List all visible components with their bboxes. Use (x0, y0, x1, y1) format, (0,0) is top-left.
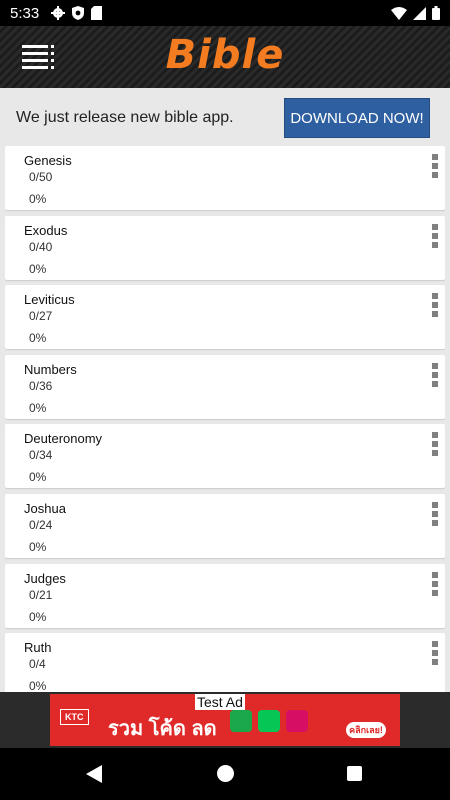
back-icon[interactable] (86, 765, 102, 783)
book-chapter-progress: 0/34 (29, 448, 53, 463)
status-bar: 5:33 (0, 0, 450, 26)
book-chapter-progress: 0/27 (29, 309, 53, 324)
promo-banner: We just release new bible app. DOWNLOAD … (0, 88, 450, 144)
book-name: Judges (24, 570, 66, 586)
book-chapter-progress: 0/4 (29, 657, 46, 672)
book-name: Leviticus (24, 292, 75, 308)
book-chapter-progress: 0/50 (29, 170, 53, 184)
more-options-icon[interactable] (429, 154, 441, 178)
book-chapter-progress: 0/21 (29, 587, 53, 602)
book-percent: 0% (29, 331, 47, 346)
sd-card-icon (91, 6, 103, 20)
book-card[interactable]: Exodus 0/40 0% (5, 215, 445, 280)
book-percent: 0% (29, 539, 47, 554)
book-percent: 0% (29, 192, 47, 206)
more-options-icon[interactable] (429, 362, 441, 387)
status-notification-icons (51, 6, 103, 20)
book-name: Genesis (24, 153, 72, 168)
book-name: Joshua (24, 500, 66, 516)
book-card[interactable]: Numbers 0/36 0% (5, 354, 445, 419)
foodpanda-logo-icon (286, 710, 308, 732)
book-name: Exodus (24, 222, 68, 238)
book-percent: 0% (29, 470, 47, 485)
book-chapter-progress: 0/40 (29, 239, 53, 254)
home-icon[interactable] (217, 765, 234, 782)
status-system-icons (391, 6, 440, 20)
more-options-icon[interactable] (429, 571, 441, 596)
book-name: Ruth (24, 640, 52, 656)
cell-signal-icon (413, 6, 426, 20)
promo-text: We just release new bible app. (16, 109, 234, 126)
more-options-icon[interactable] (429, 293, 441, 318)
book-percent: 0% (29, 679, 47, 692)
more-options-icon[interactable] (429, 432, 441, 457)
more-options-icon[interactable] (429, 641, 441, 666)
book-card[interactable]: Ruth 0/4 0% (5, 633, 445, 692)
more-options-icon[interactable] (429, 501, 441, 526)
system-nav-bar (0, 748, 450, 800)
book-name: Deuteronomy (24, 431, 103, 447)
book-card[interactable]: Joshua 0/24 0% (5, 493, 445, 558)
app-title: Bible (165, 32, 285, 78)
download-now-button[interactable]: DOWNLOAD NOW! (284, 98, 430, 138)
recents-icon[interactable] (347, 766, 362, 781)
book-card[interactable]: Deuteronomy 0/34 0% (5, 424, 445, 489)
book-percent: 0% (29, 400, 47, 415)
wifi-icon (391, 6, 407, 20)
book-card[interactable]: Genesis 0/50 0% (5, 146, 445, 210)
app-bar: Bible (0, 26, 450, 88)
shield-icon (72, 6, 85, 20)
ad-banner[interactable]: KTC รวม โค้ด ลด คลิกเลย! Test Ad (50, 694, 400, 746)
more-options-icon[interactable] (429, 223, 441, 248)
book-chapter-progress: 0/24 (29, 517, 53, 532)
status-time: 5:33 (10, 4, 40, 22)
ad-brand-logo: KTC (60, 709, 89, 725)
ad-cta: คลิกเลย! (346, 722, 386, 738)
test-ad-label: Test Ad (195, 694, 245, 710)
book-name: Numbers (24, 361, 77, 377)
grabfood-logo-icon (230, 710, 252, 732)
book-list: Genesis 0/50 0% Exodus 0/40 0% Leviticus… (5, 146, 445, 692)
ad-headline: รวม โค้ด ลด (108, 718, 217, 740)
settings-gear-icon (51, 6, 66, 20)
battery-icon (432, 6, 440, 20)
lineman-logo-icon (258, 710, 280, 732)
book-card[interactable]: Leviticus 0/27 0% (5, 285, 445, 350)
book-percent: 0% (29, 261, 47, 276)
book-card[interactable]: Judges 0/21 0% (5, 563, 445, 628)
book-percent: 0% (29, 609, 47, 624)
book-chapter-progress: 0/36 (29, 378, 53, 393)
ad-area: KTC รวม โค้ด ลด คลิกเลย! Test Ad (0, 692, 450, 748)
